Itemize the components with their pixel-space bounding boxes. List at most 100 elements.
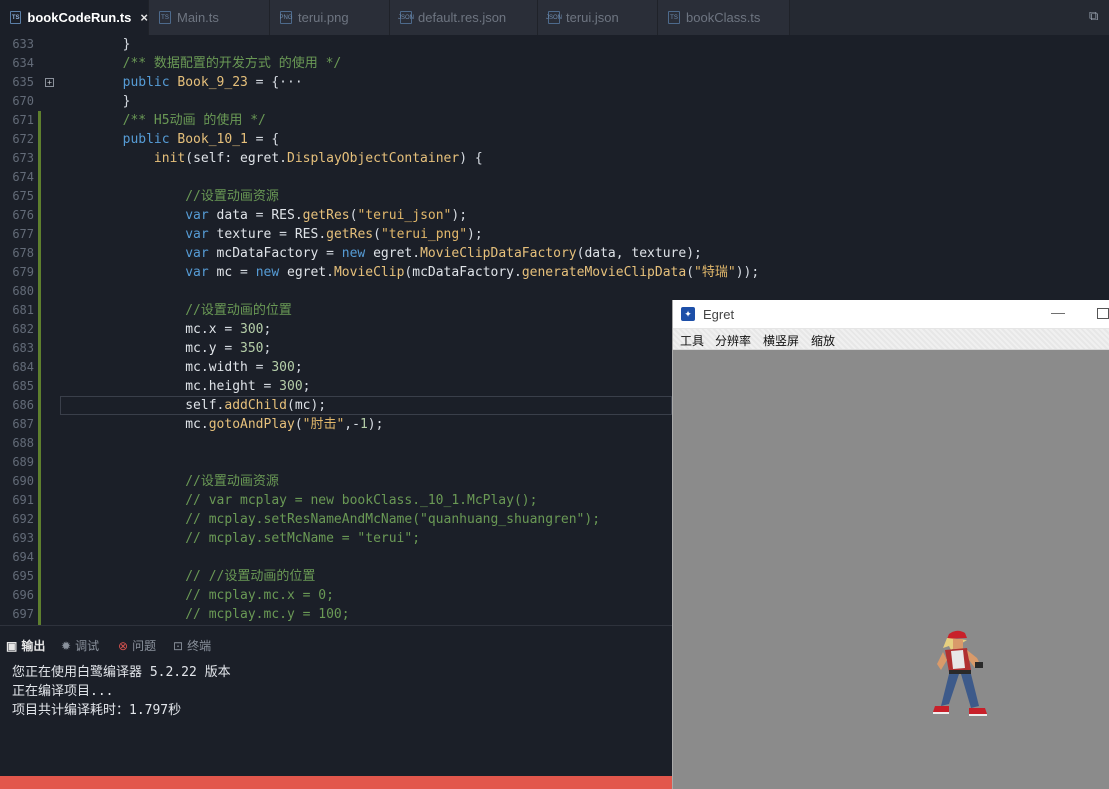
bottom-panel: ▣ 输出 ✹ 调试 ⊗ 问题 ⊡ 终端 您正在使用白鹭编译器 5.2.22 版本… xyxy=(0,625,672,775)
panel-tab-label: 输出 xyxy=(21,639,46,653)
code-text: // mcplay.mc.x = 0; xyxy=(60,588,334,603)
line-number: 675 xyxy=(12,189,34,203)
code-text: mc.gotoAndPlay("肘击",-1); xyxy=(60,417,384,432)
line-number: 676 xyxy=(12,208,34,222)
ts-file-icon: TS xyxy=(668,11,680,24)
code-line[interactable]: 670 } xyxy=(0,92,1109,111)
code-line[interactable]: 675 //设置动画资源 xyxy=(0,187,1109,206)
line-number: 689 xyxy=(12,455,34,469)
editor-tab-bar: TS bookCodeRun.ts × TS Main.ts PNG terui… xyxy=(0,0,1109,35)
status-bar xyxy=(0,776,672,789)
tab-label: bookCodeRun.ts xyxy=(27,10,132,25)
egret-title-bar[interactable]: ✦ Egret — xyxy=(673,300,1109,329)
code-text: } xyxy=(60,94,131,109)
line-number: 680 xyxy=(12,284,34,298)
png-file-icon: PNG xyxy=(280,11,293,24)
code-line[interactable]: 677 var texture = RES.getRes("terui_png"… xyxy=(0,225,1109,244)
minimize-icon[interactable]: — xyxy=(1051,304,1065,320)
line-number: 688 xyxy=(12,436,34,450)
panel-tabs: ▣ 输出 ✹ 调试 ⊗ 问题 ⊡ 终端 xyxy=(0,626,672,664)
panel-tab-label: 调试 xyxy=(75,639,100,653)
code-text: mc.width = 300; xyxy=(60,360,303,375)
code-text: //设置动画资源 xyxy=(60,189,279,204)
output-line: 项目共计编译耗时：1.797秒 xyxy=(12,703,182,718)
code-line[interactable]: 672 public Book_10_1 = { xyxy=(0,130,1109,149)
line-number: 634 xyxy=(12,56,34,70)
tab-bookclass[interactable]: TS bookClass.ts xyxy=(658,0,790,35)
code-line[interactable]: 633 } xyxy=(0,35,1109,54)
ts-file-icon: TS xyxy=(10,11,22,24)
code-text: init(self: egret.DisplayObjectContainer)… xyxy=(60,151,483,166)
code-text: /** 数据配置的开发方式 的使用 */ xyxy=(60,56,342,71)
fold-expand-icon[interactable]: + xyxy=(45,78,54,87)
line-number: 697 xyxy=(12,607,34,621)
tab-bookcoderun[interactable]: TS bookCodeRun.ts × xyxy=(0,0,149,35)
tab-main[interactable]: TS Main.ts xyxy=(149,0,270,35)
line-number: 633 xyxy=(12,37,34,51)
tab-debug[interactable]: ✹ 调试 xyxy=(61,637,99,654)
code-text: //设置动画资源 xyxy=(60,474,279,489)
game-stage[interactable] xyxy=(673,351,1109,789)
code-text: // var mcplay = new bookClass._10_1.McPl… xyxy=(60,493,538,508)
output-line: 正在编译项目... xyxy=(12,684,114,699)
code-text: // mcplay.setResNameAndMcName("quanhuang… xyxy=(60,512,601,527)
code-text: mc.y = 350; xyxy=(60,341,272,356)
code-text: mc.x = 300; xyxy=(60,322,272,337)
menu-resolution[interactable]: 分辨率 xyxy=(715,332,751,349)
code-text: var data = RES.getRes("terui_json"); xyxy=(60,208,468,223)
menu-tools[interactable]: 工具 xyxy=(680,332,704,349)
line-number: 679 xyxy=(12,265,34,279)
window-title: Egret xyxy=(703,307,735,322)
code-text: /** H5动画 的使用 */ xyxy=(60,113,266,128)
output-line: 您正在使用白鹭编译器 5.2.22 版本 xyxy=(12,665,231,680)
line-number: 691 xyxy=(12,493,34,507)
line-number: 674 xyxy=(12,170,34,184)
tab-label: Main.ts xyxy=(177,10,219,25)
code-text: var mcDataFactory = new egret.MovieClipD… xyxy=(60,246,702,261)
code-text: var mc = new egret.MovieClip(mcDataFacto… xyxy=(60,265,760,280)
line-number: 685 xyxy=(12,379,34,393)
code-line[interactable]: 678 var mcDataFactory = new egret.MovieC… xyxy=(0,244,1109,263)
egret-preview-window: ✦ Egret — 工具 分辨率 横竖屏 缩放 xyxy=(672,300,1109,789)
code-line[interactable]: 674 xyxy=(0,168,1109,187)
menu-zoom[interactable]: 缩放 xyxy=(811,332,835,349)
panel-tab-label: 终端 xyxy=(187,639,212,653)
line-number: 681 xyxy=(12,303,34,317)
tab-terui-json[interactable]: JSON terui.json xyxy=(538,0,658,35)
code-text: //设置动画的位置 xyxy=(60,303,292,318)
code-line[interactable]: 680 xyxy=(0,282,1109,301)
fighter-sprite xyxy=(933,630,987,716)
tab-default-res-json[interactable]: JSON default.res.json xyxy=(390,0,538,35)
code-text: mc.height = 300; xyxy=(60,379,311,394)
line-number: 692 xyxy=(12,512,34,526)
maximize-icon[interactable] xyxy=(1097,308,1109,319)
menu-orientation[interactable]: 横竖屏 xyxy=(763,332,799,349)
line-number: 684 xyxy=(12,360,34,374)
tab-output[interactable]: ▣ 输出 xyxy=(6,637,45,654)
tab-terui-png[interactable]: PNG terui.png xyxy=(270,0,390,35)
tab-bar-empty: ⧉ xyxy=(790,0,1109,35)
line-number: 678 xyxy=(12,246,34,260)
close-icon[interactable]: × xyxy=(140,10,148,25)
problems-icon: ⊗ xyxy=(118,638,129,653)
tab-terminal[interactable]: ⊡ 终端 xyxy=(173,637,211,654)
line-number: 690 xyxy=(12,474,34,488)
tab-problems[interactable]: ⊗ 问题 xyxy=(118,637,156,654)
line-number: 686 xyxy=(12,398,34,412)
line-number: 696 xyxy=(12,588,34,602)
line-number: 671 xyxy=(12,113,34,127)
code-line[interactable]: 679 var mc = new egret.MovieClip(mcDataF… xyxy=(0,263,1109,282)
code-line[interactable]: 671 /** H5动画 的使用 */ xyxy=(0,111,1109,130)
json-file-icon: JSON xyxy=(546,11,562,24)
code-line[interactable]: 634 /** 数据配置的开发方式 的使用 */ xyxy=(0,54,1109,73)
split-editor-icon[interactable]: ⧉ xyxy=(1089,10,1103,24)
code-line[interactable]: 676 var data = RES.getRes("terui_json"); xyxy=(0,206,1109,225)
line-number: 694 xyxy=(12,550,34,564)
terminal-icon: ⊡ xyxy=(173,638,184,653)
code-line[interactable]: 635 + public Book_9_23 = {··· xyxy=(0,73,1109,92)
panel-tab-label: 问题 xyxy=(132,639,157,653)
code-line[interactable]: 673 init(self: egret.DisplayObjectContai… xyxy=(0,149,1109,168)
line-number: 677 xyxy=(12,227,34,241)
ts-file-icon: TS xyxy=(159,11,171,24)
code-text: // mcplay.setMcName = "terui"; xyxy=(60,531,421,546)
